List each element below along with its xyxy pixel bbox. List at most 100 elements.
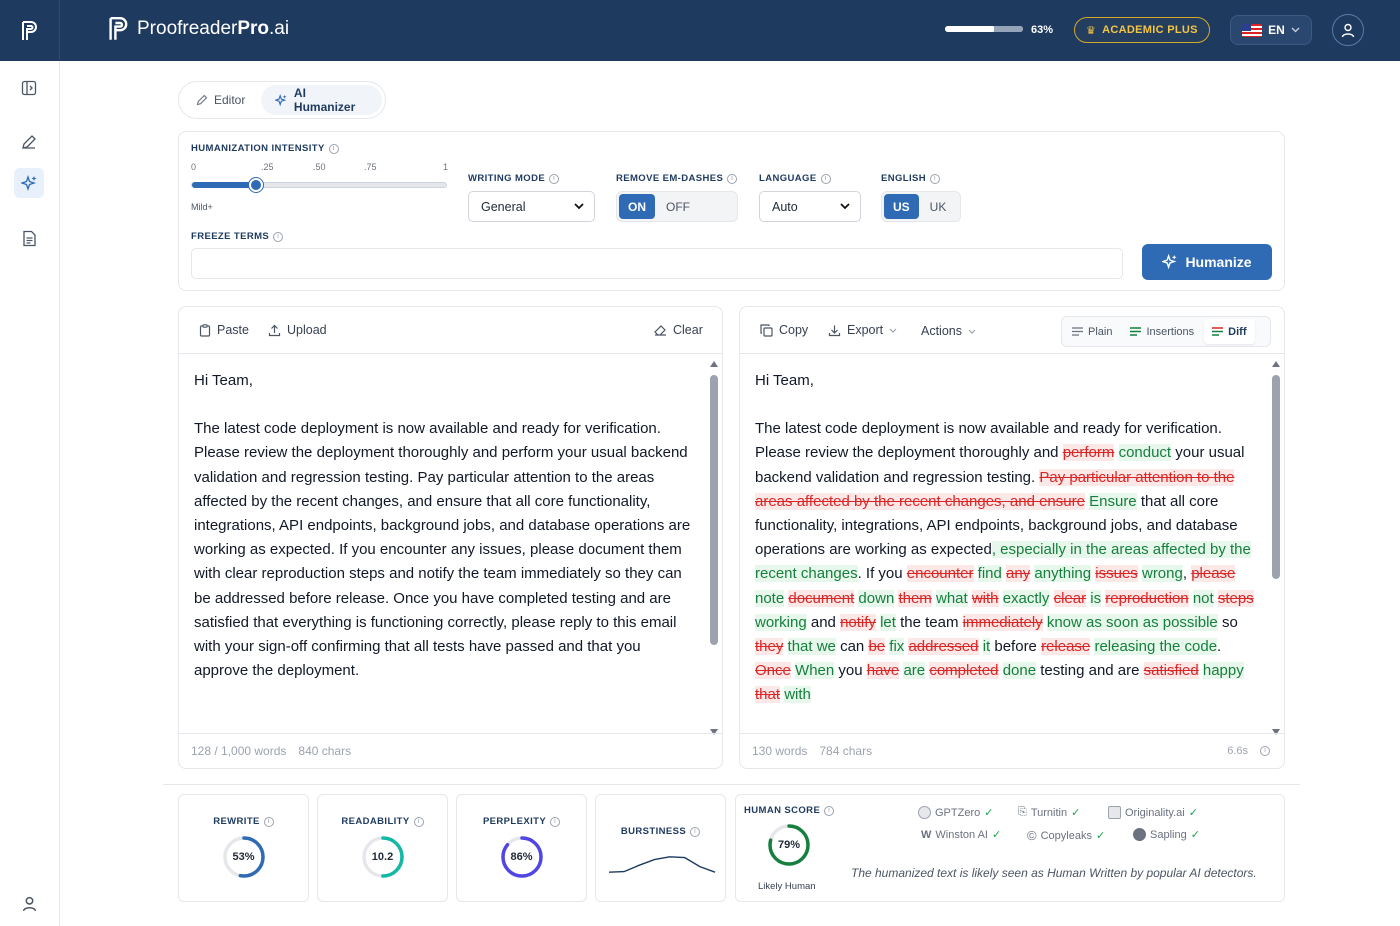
export-button[interactable]: Export	[828, 323, 897, 337]
rewrite-value: 53%	[232, 851, 255, 863]
diff-insertion: exactly	[1002, 589, 1050, 607]
info-icon[interactable]: i	[550, 816, 561, 827]
perplexity-value: 86%	[510, 851, 533, 863]
detector-gptzero: GPTZero ✓	[918, 806, 993, 819]
info-icon[interactable]: i	[549, 173, 560, 184]
plan-badge[interactable]: ♛ ACADEMIC PLUS	[1074, 17, 1210, 43]
crown-icon: ♛	[1086, 24, 1097, 37]
diff-insertion: is	[1090, 589, 1102, 607]
actions-menu-button[interactable]: Actions	[921, 324, 976, 338]
diff-insertion: are	[903, 662, 926, 680]
diff-insertion: wrong	[1141, 565, 1183, 583]
freeze-terms-input[interactable]	[191, 248, 1123, 279]
readability-value: 10.2	[371, 851, 394, 863]
copy-label: Copy	[779, 323, 809, 337]
chevron-down-icon	[1291, 27, 1300, 33]
sidebar-toggle-button[interactable]	[14, 73, 44, 103]
detector-name: Winston AI	[935, 828, 988, 841]
info-icon[interactable]: i	[824, 805, 835, 816]
paste-button[interactable]: Paste	[199, 323, 249, 337]
originality-icon	[1108, 806, 1121, 819]
diff-deletion: release	[1041, 638, 1091, 656]
check-icon: ✓	[991, 829, 1002, 841]
tab-ai-humanizer[interactable]: AI Humanizer	[261, 85, 382, 115]
sparkle-icon	[1162, 254, 1178, 270]
diff-unchanged: you	[834, 662, 867, 680]
output-scrollbar[interactable]	[1271, 359, 1281, 735]
info-icon[interactable]: i	[413, 816, 424, 827]
info-icon[interactable]: i	[930, 173, 941, 184]
em-dash-off-option[interactable]: OFF	[657, 194, 699, 219]
humanize-button[interactable]: Humanize	[1142, 244, 1272, 280]
rail-documents-button[interactable]	[14, 223, 44, 253]
diff-unchanged: can	[835, 638, 869, 656]
input-scroll-thumb[interactable]	[710, 375, 718, 645]
view-insertions-label: Insertions	[1146, 325, 1195, 338]
freeze-terms-label: FREEZE TERMS i	[191, 231, 284, 242]
detector-winston: W Winston AI ✓	[921, 828, 1002, 842]
view-diff-label: Diff	[1228, 325, 1247, 338]
rail-editor-button[interactable]	[14, 127, 44, 157]
info-icon[interactable]: i	[727, 173, 738, 184]
writing-mode-select[interactable]: General	[468, 191, 595, 222]
scroll-up-icon[interactable]	[710, 361, 718, 367]
rewrite-metric-card: REWRITE i 53%	[178, 794, 309, 902]
info-icon[interactable]: i	[820, 173, 831, 184]
rail-account-button[interactable]	[14, 889, 44, 919]
brand[interactable]: ProofreaderPro.ai	[107, 15, 289, 43]
detector-verdict-text: The humanized text is likely seen as Hum…	[851, 866, 1257, 880]
intensity-level-name: Mild+	[191, 202, 213, 212]
human-score-label: HUMAN SCORE i	[744, 805, 835, 816]
language-select[interactable]: Auto	[759, 191, 861, 222]
sidebar-toggle-icon	[21, 80, 37, 96]
view-insertions-option[interactable]: Insertions	[1122, 319, 1202, 344]
output-text-area[interactable]: Hi Team, The latest code deployment is n…	[740, 355, 1270, 735]
english-uk-option[interactable]: UK	[921, 194, 956, 219]
diff-insertion: know as soon as possible	[1046, 613, 1218, 631]
diff-deletion: document	[788, 589, 855, 607]
account-avatar-button[interactable]	[1332, 14, 1364, 46]
usage-progress-bar	[945, 26, 1023, 32]
diff-insertion: not	[1192, 589, 1214, 607]
view-diff-option[interactable]: Diff	[1204, 319, 1255, 344]
input-body-text: The latest code deployment is now availa…	[194, 420, 691, 680]
language-value: Auto	[772, 199, 798, 214]
info-icon[interactable]: i	[690, 826, 701, 837]
app-logo-block[interactable]	[0, 0, 60, 61]
intensity-slider[interactable]	[191, 178, 447, 192]
chevron-down-icon	[840, 203, 850, 210]
diff-deletion: any	[1006, 565, 1031, 583]
input-scrollbar[interactable]	[709, 359, 719, 735]
info-icon[interactable]: i	[328, 143, 339, 154]
em-dash-on-option[interactable]: ON	[619, 194, 655, 219]
burstiness-sparkline	[608, 856, 716, 873]
english-us-option[interactable]: US	[884, 194, 919, 219]
copy-button[interactable]: Copy	[760, 323, 808, 337]
tab-editor[interactable]: Editor	[182, 85, 259, 115]
check-icon: ✓	[1071, 807, 1081, 819]
input-text-area[interactable]: Hi Team, The latest code deployment is n…	[179, 355, 708, 735]
intensity-slider-thumb[interactable]	[248, 178, 263, 192]
top-header: ProofreaderPro.ai 63% ♛ ACADEMIC PLUS EN	[0, 0, 1400, 61]
burstiness-metric-card: BURSTINESS i	[595, 794, 726, 902]
info-icon[interactable]: i	[263, 816, 274, 827]
scroll-up-icon[interactable]	[1272, 361, 1280, 367]
info-icon[interactable]: i	[273, 231, 284, 242]
diff-unchanged: testing and are	[1036, 662, 1144, 680]
upload-button[interactable]: Upload	[268, 323, 327, 337]
insertions-icon	[1130, 327, 1142, 336]
diff-deletion: be	[868, 638, 886, 656]
input-char-count: 840 chars	[298, 744, 352, 758]
clear-button[interactable]: Clear	[654, 323, 703, 337]
info-icon[interactable]: i	[1260, 746, 1270, 756]
diff-unchanged: before	[990, 638, 1042, 656]
plan-label: ACADEMIC PLUS	[1102, 24, 1198, 36]
user-icon	[1341, 23, 1355, 37]
rail-humanizer-button[interactable]	[14, 168, 44, 198]
metrics-divider	[163, 784, 1300, 785]
view-plain-option[interactable]: Plain	[1064, 319, 1120, 344]
winston-icon: W	[921, 828, 932, 841]
output-char-count: 784 chars	[819, 744, 873, 758]
language-selector[interactable]: EN	[1230, 15, 1312, 45]
output-scroll-thumb[interactable]	[1272, 375, 1280, 579]
